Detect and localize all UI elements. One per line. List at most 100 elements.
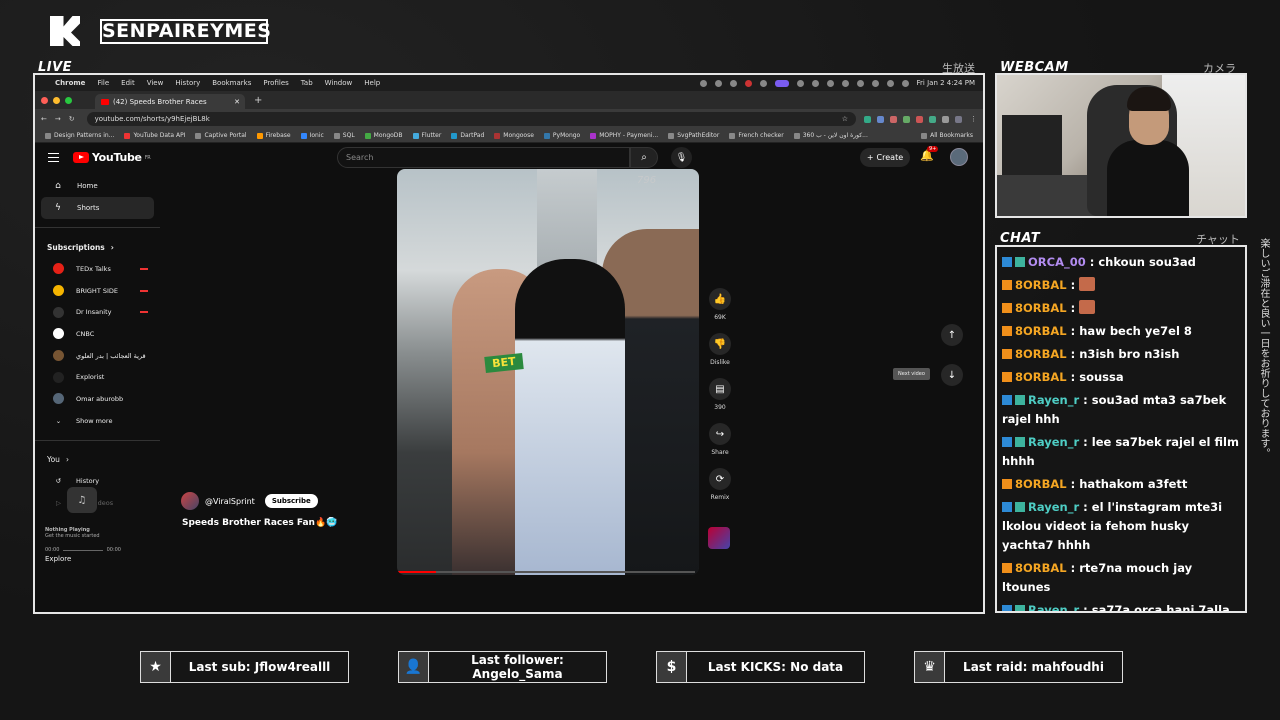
menu-tab[interactable]: Tab xyxy=(301,79,313,87)
chat-username[interactable]: Rayen_r xyxy=(1028,393,1079,407)
sidebar-channel[interactable]: Dr Insanity xyxy=(41,301,154,323)
bookmark[interactable]: YouTube Data API xyxy=(124,132,185,139)
extension-icon[interactable] xyxy=(916,115,923,123)
extension-icon[interactable] xyxy=(890,115,897,123)
bookmark[interactable]: French checker xyxy=(729,132,784,139)
chat-username[interactable]: Rayen_r xyxy=(1028,435,1079,449)
bookmark[interactable]: Design Patterns in... xyxy=(45,132,114,139)
video-progress-bar[interactable] xyxy=(397,571,695,573)
status-icon[interactable] xyxy=(759,79,767,87)
bookmark[interactable]: PyMongo xyxy=(543,132,580,139)
chat-username[interactable]: Rayen_r xyxy=(1028,500,1079,514)
youtube-logo[interactable]: YouTube FR xyxy=(73,151,151,164)
bookmark-star-icon[interactable]: ☆ xyxy=(842,115,848,123)
status-icon[interactable] xyxy=(714,79,722,87)
bluetooth-icon[interactable] xyxy=(841,79,849,87)
extension-icon[interactable] xyxy=(903,115,910,123)
sidebar-channel[interactable]: Omar aburobb xyxy=(41,388,154,410)
bookmark[interactable]: MOPHY - Paymeni... xyxy=(590,132,658,139)
sidebar-item-you[interactable]: You › xyxy=(35,449,160,471)
sidebar-item-explore[interactable]: Explore xyxy=(45,555,121,563)
minimize-window-icon[interactable] xyxy=(53,96,60,104)
mini-player[interactable]: ♫ Nothing Playing Get the music started … xyxy=(45,487,121,563)
address-bar[interactable]: youtube.com/shorts/y9hEjejBL8k ☆ xyxy=(86,112,856,126)
menu-edit[interactable]: Edit xyxy=(121,79,135,87)
menu-help[interactable]: Help xyxy=(364,79,380,87)
voice-search-button[interactable]: 🎙 xyxy=(671,147,692,168)
dislike-button[interactable]: 👎 Dislike xyxy=(705,333,735,366)
next-video-button[interactable]: ↓ xyxy=(941,364,963,386)
sidebar-item-shorts[interactable]: ϟ Shorts xyxy=(41,197,154,219)
menu-chrome[interactable]: Chrome xyxy=(55,79,85,87)
chat-username[interactable]: 8ORBAL xyxy=(1015,370,1067,384)
menu-bookmarks[interactable]: Bookmarks xyxy=(212,79,251,87)
browser-menu-icon[interactable]: ⋮ xyxy=(970,115,977,123)
clock[interactable]: Fri Jan 2 4:24 PM xyxy=(917,79,975,87)
menu-file[interactable]: File xyxy=(97,79,109,87)
sidebar-channel[interactable]: BRIGHT SIDE xyxy=(41,280,154,302)
new-tab-icon[interactable]: + xyxy=(254,95,262,106)
forward-icon[interactable]: → xyxy=(55,115,61,123)
notifications-button[interactable]: 🔔 9+ xyxy=(920,146,939,162)
puzzle-icon[interactable] xyxy=(942,115,949,123)
bookmark[interactable]: Firebase xyxy=(256,132,291,139)
avatar[interactable] xyxy=(950,148,968,166)
bookmark[interactable]: MongoDB xyxy=(364,132,403,139)
sound-thumbnail[interactable] xyxy=(708,527,730,549)
extension-icon[interactable] xyxy=(929,115,936,123)
battery-icon[interactable] xyxy=(856,79,864,87)
channel-handle[interactable]: @ViralSprint xyxy=(205,497,255,506)
status-icon[interactable] xyxy=(796,79,804,87)
chat-username[interactable]: 8ORBAL xyxy=(1015,301,1067,315)
extension-icon[interactable] xyxy=(877,115,884,123)
chat-username[interactable]: Rayen_r xyxy=(1028,603,1079,611)
moon-icon[interactable] xyxy=(826,79,834,87)
bookmark[interactable]: Captive Portal xyxy=(195,132,247,139)
share-button[interactable]: ↪ Share xyxy=(705,423,735,456)
menu-view[interactable]: View xyxy=(147,79,164,87)
mini-player-progress[interactable] xyxy=(63,550,103,551)
reload-icon[interactable]: ↻ xyxy=(69,115,75,123)
chat-username[interactable]: 8ORBAL xyxy=(1015,561,1067,575)
sidebar-channel[interactable]: CNBC xyxy=(41,323,154,345)
profile-icon[interactable] xyxy=(955,115,962,123)
tab-close-icon[interactable]: ✕ xyxy=(234,98,240,106)
menu-profiles[interactable]: Profiles xyxy=(263,79,288,87)
menu-window[interactable]: Window xyxy=(325,79,353,87)
bookmark[interactable]: Mongoose xyxy=(494,132,534,139)
sidebar-item-home[interactable]: ⌂ Home xyxy=(41,175,154,197)
create-button[interactable]: + Create xyxy=(860,148,910,167)
shorts-video-player[interactable]: 796 BET xyxy=(397,169,699,575)
chat-username[interactable]: 8ORBAL xyxy=(1015,477,1067,491)
browser-tab[interactable]: (42) Speeds Brother Races ✕ xyxy=(95,94,245,109)
back-icon[interactable]: ← xyxy=(41,115,47,123)
wifi-icon[interactable] xyxy=(871,79,879,87)
chat-username[interactable]: 8ORBAL xyxy=(1015,278,1067,292)
show-more-button[interactable]: ⌄ Show more xyxy=(41,410,154,432)
search-button[interactable]: ⌕ xyxy=(630,147,658,168)
sidebar-channel[interactable]: قرية العجائب | بدر العلوي xyxy=(41,345,154,367)
like-button[interactable]: 👍 69K xyxy=(705,288,735,321)
subscribe-button[interactable]: Subscribe xyxy=(264,494,318,508)
bookmark[interactable]: SvgPathEditor xyxy=(668,132,719,139)
bookmark[interactable]: Flutter xyxy=(412,132,441,139)
status-icon[interactable] xyxy=(811,79,819,87)
chat-username[interactable]: 8ORBAL xyxy=(1015,347,1067,361)
bookmark[interactable]: SQL xyxy=(333,132,355,139)
sidebar-channel[interactable]: TEDx Talks xyxy=(41,258,154,280)
channel-avatar[interactable] xyxy=(181,492,199,510)
app-icon[interactable] xyxy=(774,79,789,87)
video-title[interactable]: Speeds Brother Races Fan🔥🥶 xyxy=(182,518,337,528)
search-input[interactable]: Search xyxy=(337,147,630,168)
all-bookmarks[interactable]: All Bookmarks xyxy=(921,132,973,139)
chat-username[interactable]: ORCA_00 xyxy=(1028,255,1086,269)
comments-button[interactable]: ▤ 390 xyxy=(705,378,735,411)
remix-button[interactable]: ⟳ Remix xyxy=(705,468,735,501)
search-icon[interactable] xyxy=(886,79,894,87)
chat-username[interactable]: 8ORBAL xyxy=(1015,324,1067,338)
close-window-icon[interactable] xyxy=(41,96,48,104)
sidebar-item-subscriptions[interactable]: Subscriptions › xyxy=(35,236,160,258)
control-center-icon[interactable] xyxy=(901,79,909,87)
menu-history[interactable]: History xyxy=(175,79,200,87)
record-icon[interactable] xyxy=(744,79,752,87)
